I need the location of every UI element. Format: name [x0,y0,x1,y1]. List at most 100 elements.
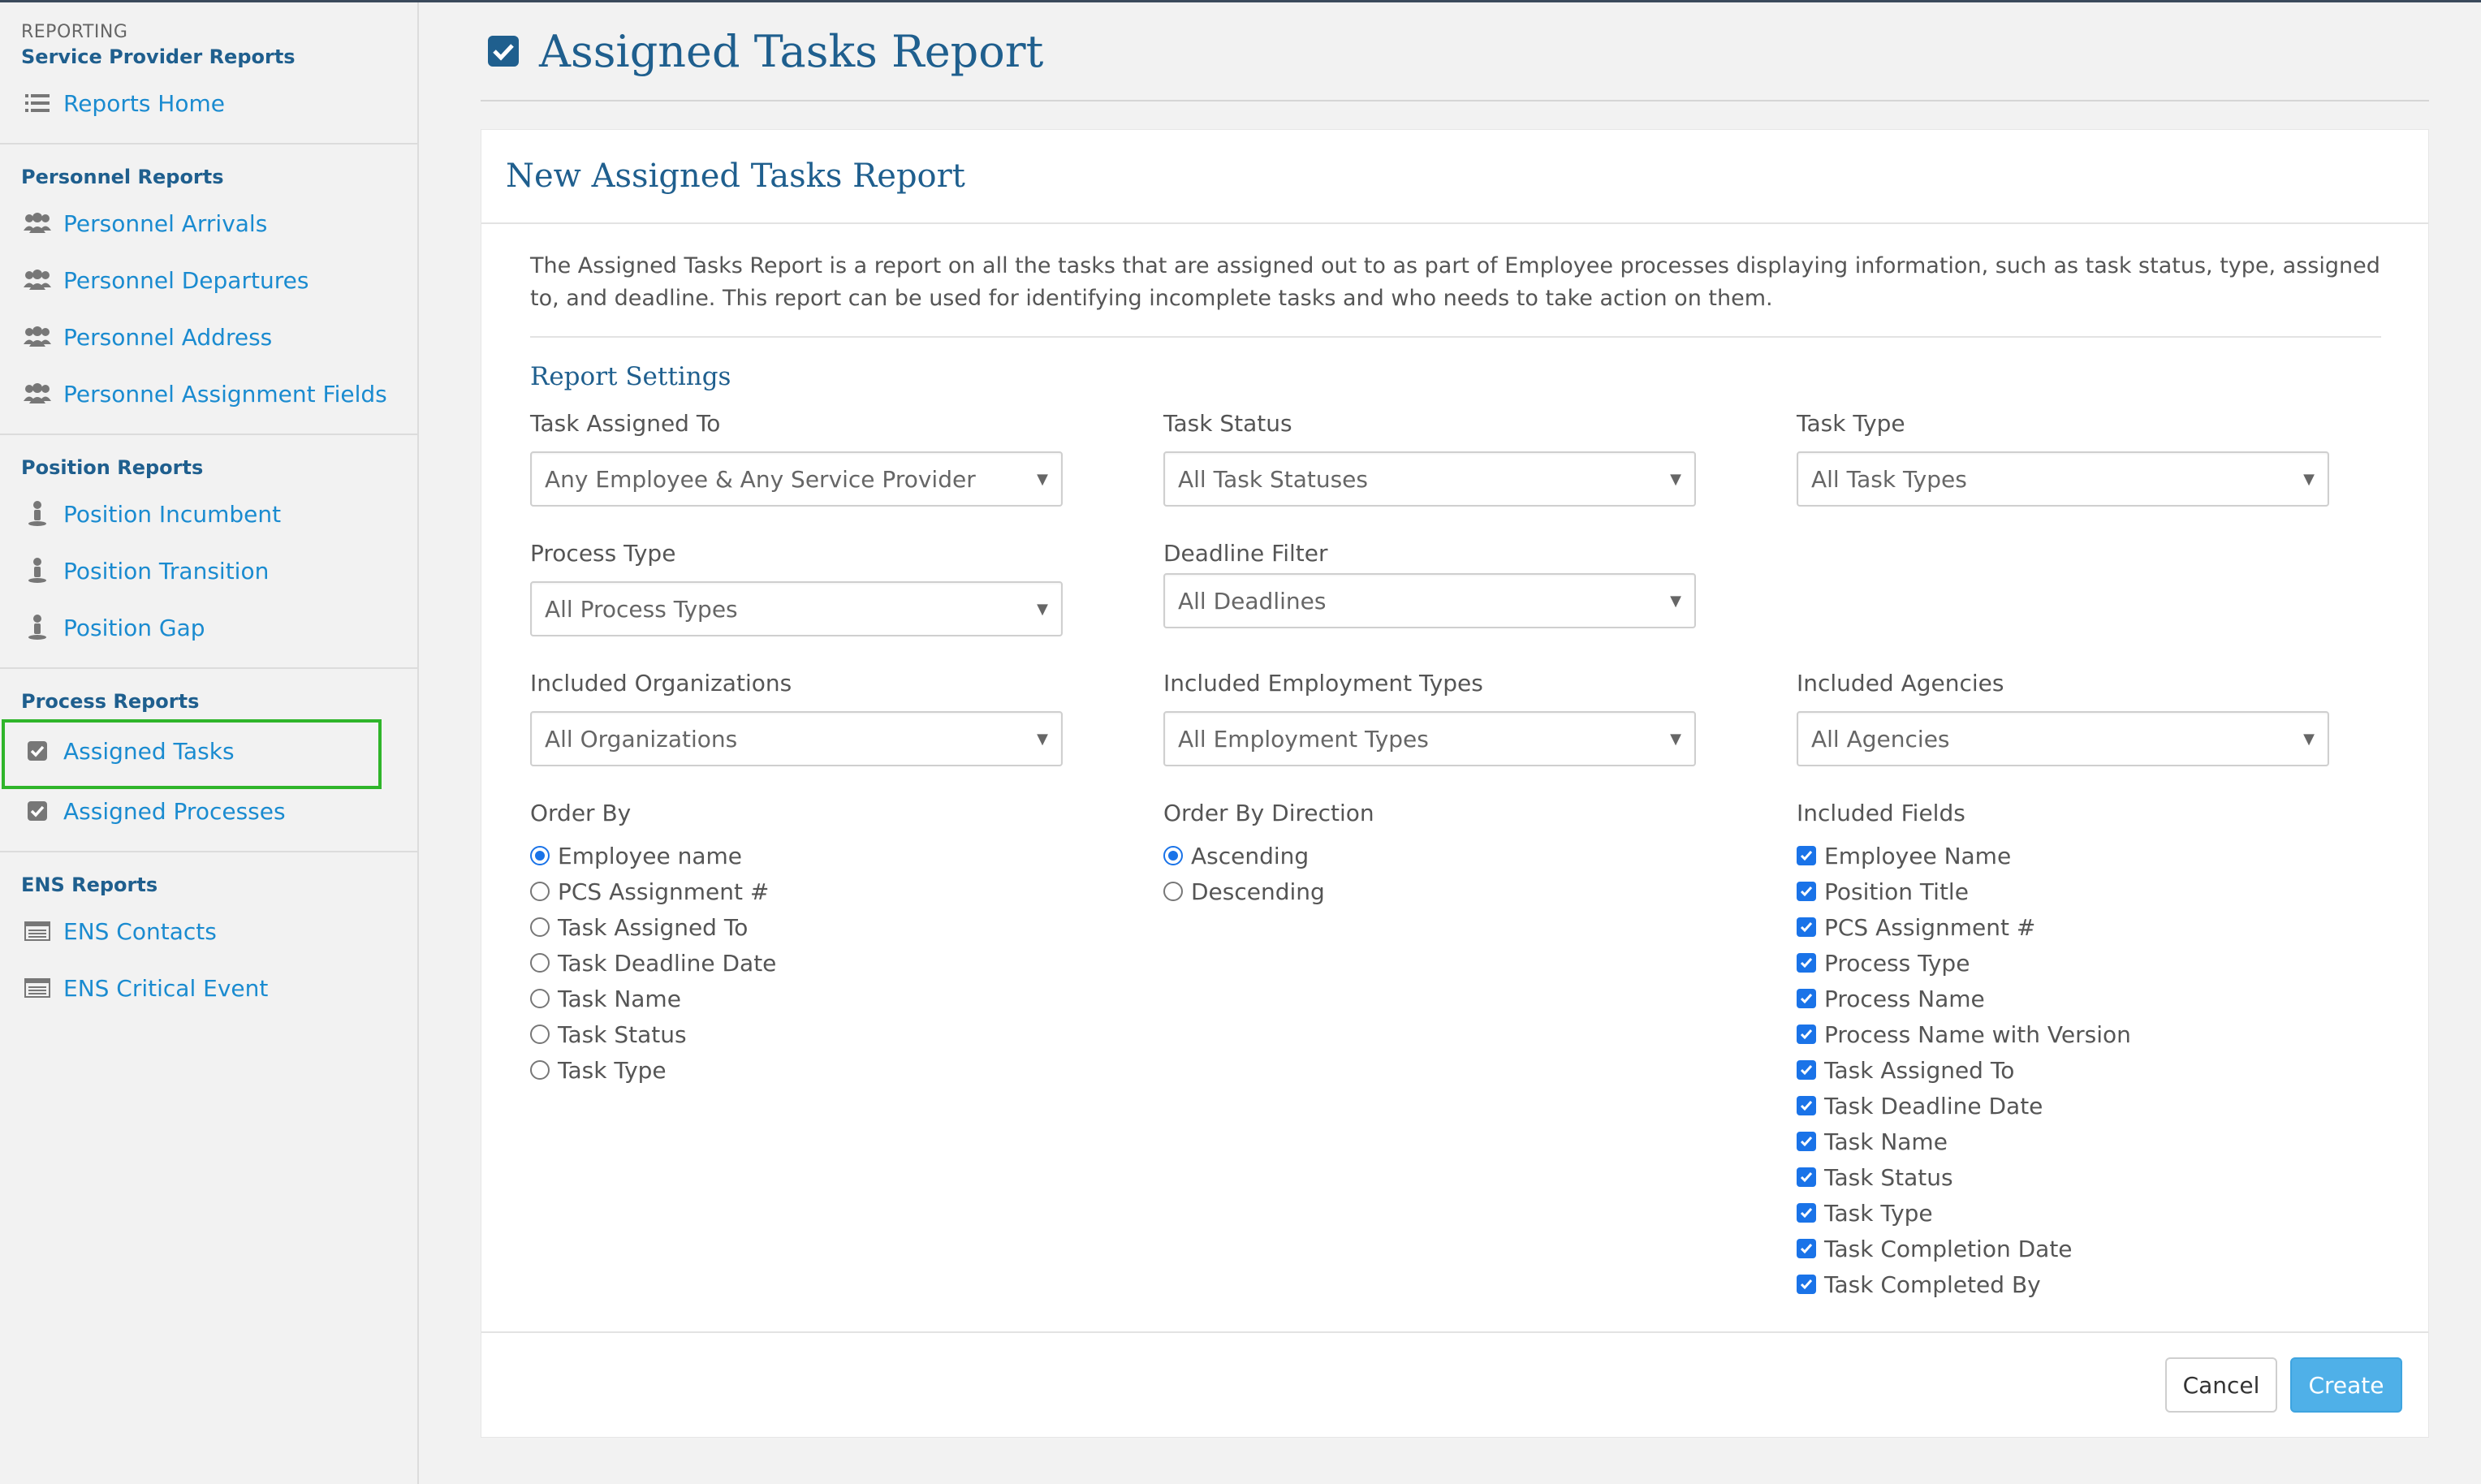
users-icon [23,209,52,238]
included-field-option[interactable]: Task Completion Date [1797,1231,2131,1266]
caret-down-icon: ▼ [2303,470,2315,488]
checkbox[interactable] [1797,1025,1816,1044]
checkbox[interactable] [1797,1275,1816,1294]
task-status-select[interactable]: All Task Statuses ▼ [1163,451,1696,507]
radio-button[interactable] [530,989,550,1008]
included-field-option[interactable]: Process Type [1797,945,2131,981]
included-field-option[interactable]: Task Name [1797,1124,2131,1159]
panel-body: The Assigned Tasks Report is a report on… [481,224,2428,391]
radio-button[interactable] [530,1025,550,1044]
caret-down-icon: ▼ [2303,730,2315,748]
sidebar-item-assigned-tasks[interactable]: Assigned Tasks [0,719,417,789]
task-assigned-to-field: Task Assigned To Any Employee & Any Serv… [530,410,1063,507]
included-field-option[interactable]: Employee Name [1797,838,2131,874]
option-label: Task Completed By [1824,1270,2041,1298]
sidebar-item-label: Position Incumbent [63,500,282,528]
checkbox[interactable] [1797,1132,1816,1151]
field-label: Deadline Filter [1163,540,1328,567]
option-label: Task Status [558,1020,687,1048]
sidebar-item-position-transition[interactable]: Position Transition [0,542,417,599]
included-field-option[interactable]: Process Name with Version [1797,1016,2131,1052]
checkbox[interactable] [1797,1167,1816,1187]
create-button[interactable]: Create [2290,1357,2402,1413]
field-label: Included Employment Types [1163,670,1483,697]
report-settings-title: Report Settings [530,362,731,391]
report-panel: New Assigned Tasks Report The Assigned T… [481,129,2429,1438]
task-status-field: Task Status All Task Statuses ▼ [1163,410,1696,507]
checkbox-icon [23,796,52,826]
included-field-option[interactable]: Position Title [1797,874,2131,909]
sidebar-item-personnel-address[interactable]: Personnel Address [0,308,417,365]
checkbox[interactable] [1797,1096,1816,1115]
option-label: Process Name with Version [1824,1020,2131,1048]
option-label: Task Assigned To [1824,1056,2015,1084]
order-by-option[interactable]: Task Name [530,981,776,1016]
checkbox[interactable] [1797,1060,1816,1080]
included-field-option[interactable]: Task Status [1797,1159,2131,1195]
radio-button[interactable] [1163,846,1183,865]
option-label: PCS Assignment # [558,878,770,905]
sidebar-item-reports-home[interactable]: Reports Home [0,75,417,132]
table-icon [23,973,52,1003]
included-field-option[interactable]: Task Completed By [1797,1266,2131,1302]
included-field-option[interactable]: Task Assigned To [1797,1052,2131,1088]
group-label: Included Fields [1797,800,1965,826]
sidebar-item-personnel-arrivals[interactable]: Personnel Arrivals [0,195,417,252]
order-by-option[interactable]: Task Type [530,1052,776,1088]
order-by-option[interactable]: Task Deadline Date [530,945,776,981]
order-by-option[interactable]: Task Assigned To [530,909,776,945]
option-label: Employee Name [1824,842,2012,869]
sidebar-item-position-incumbent[interactable]: Position Incumbent [0,485,417,542]
sidebar-heading: ENS Reports [21,874,158,896]
person-pin-icon [23,556,52,585]
order-direction-option[interactable]: Ascending [1163,838,1374,874]
select-value: All Process Types [545,595,738,623]
order-by-option[interactable]: Employee name [530,838,776,874]
included-field-option[interactable]: Task Type [1797,1195,2131,1231]
included-agencies-select[interactable]: All Agencies ▼ [1797,711,2329,766]
sidebar-item-position-gap[interactable]: Position Gap [0,599,417,656]
radio-button[interactable] [530,917,550,937]
caret-down-icon: ▼ [1037,470,1048,488]
task-assigned-to-select[interactable]: Any Employee & Any Service Provider ▼ [530,451,1063,507]
sidebar-item-assigned-processes[interactable]: Assigned Processes [0,783,417,839]
checkbox[interactable] [1797,882,1816,901]
deadline-filter-select[interactable]: All Deadlines ▼ [1163,573,1696,628]
order-by-option[interactable]: PCS Assignment # [530,874,776,909]
page-title: Assigned Tasks Report [539,25,1044,77]
checkbox[interactable] [1797,953,1816,973]
divider [530,336,2381,338]
checkbox[interactable] [1797,917,1816,937]
checkbox[interactable] [1797,1239,1816,1258]
radio-button[interactable] [530,953,550,973]
caret-down-icon: ▼ [1670,470,1681,488]
included-organizations-select[interactable]: All Organizations ▼ [530,711,1063,766]
report-description: The Assigned Tasks Report is a report on… [530,253,2380,311]
group-label: Order By Direction [1163,800,1374,826]
radio-button[interactable] [1163,882,1183,901]
sidebar-item-label: Position Gap [63,614,205,641]
field-label: Task Assigned To [530,410,721,437]
included-field-option[interactable]: PCS Assignment # [1797,909,2131,945]
included-employment-types-select[interactable]: All Employment Types ▼ [1163,711,1696,766]
order-by-option[interactable]: Task Status [530,1016,776,1052]
sidebar-item-personnel-departures[interactable]: Personnel Departures [0,252,417,308]
included-field-option[interactable]: Process Name [1797,981,2131,1016]
included-fields-group: Included Fields Employee Name Position T… [1797,800,2131,1302]
radio-button[interactable] [530,1060,550,1080]
sidebar-item-ens-critical-event[interactable]: ENS Critical Event [0,960,417,1016]
sidebar-item-personnel-assignment-fields[interactable]: Personnel Assignment Fields [0,365,417,422]
checkbox[interactable] [1797,989,1816,1008]
included-field-option[interactable]: Task Deadline Date [1797,1088,2131,1124]
group-label: Order By [530,800,632,826]
radio-button[interactable] [530,882,550,901]
process-type-select[interactable]: All Process Types ▼ [530,581,1063,636]
task-type-select[interactable]: All Task Types ▼ [1797,451,2329,507]
radio-button[interactable] [530,846,550,865]
sidebar-item-ens-contacts[interactable]: ENS Contacts [0,903,417,960]
checkbox[interactable] [1797,846,1816,865]
checkbox[interactable] [1797,1203,1816,1223]
order-direction-option[interactable]: Descending [1163,874,1374,909]
cancel-button[interactable]: Cancel [2165,1357,2277,1413]
field-label: Process Type [530,540,676,567]
